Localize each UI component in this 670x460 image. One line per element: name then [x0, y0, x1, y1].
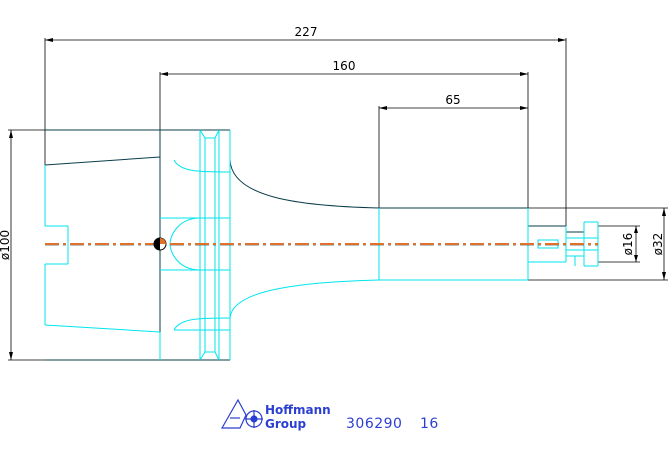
hoffmann-logo-mark — [220, 398, 263, 429]
gauge-point-marker — [153, 237, 167, 251]
dimension-arrowheads — [9, 38, 666, 360]
revision-number: 16 — [420, 416, 439, 432]
dim-shank-diameter: ø32 — [651, 233, 665, 256]
part-number: 306290 — [346, 416, 402, 432]
dim-flange-diameter: ø100 — [0, 230, 12, 260]
center-line — [45, 243, 598, 246]
brand-line-1: Hoffmann — [265, 403, 331, 417]
technical-drawing: 227 160 65 ø100 ø16 ø32 Hoffmann Group 3… — [0, 25, 668, 432]
dim-length-65: 65 — [445, 93, 460, 107]
dim-length-160: 160 — [333, 59, 356, 73]
dim-bore-diameter: ø16 — [621, 233, 635, 256]
brand-line-2: Group — [265, 417, 307, 431]
dim-overall-length: 227 — [295, 25, 318, 39]
hoffmann-logo: Hoffmann Group — [220, 398, 331, 431]
dimension-lines — [8, 38, 668, 361]
